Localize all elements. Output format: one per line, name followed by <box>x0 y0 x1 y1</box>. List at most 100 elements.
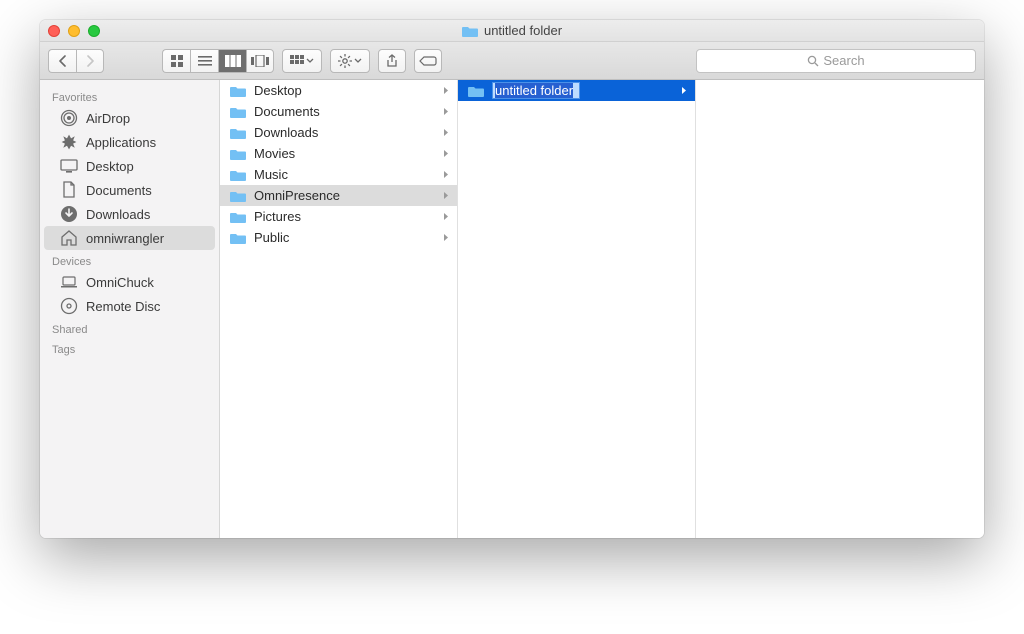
laptop-icon <box>60 273 78 291</box>
folder-icon <box>230 105 246 119</box>
chevron-right-icon <box>443 128 451 137</box>
sidebar-item-desktop[interactable]: Desktop <box>44 154 215 178</box>
home-icon <box>60 229 78 247</box>
share-icon <box>386 54 398 68</box>
sidebar-item-home[interactable]: omniwrangler <box>44 226 215 250</box>
column-2[interactable] <box>458 80 696 538</box>
folder-row[interactable]: Public <box>220 227 457 248</box>
downloads-icon <box>60 205 78 223</box>
toolbar: Search <box>40 42 984 80</box>
view-mode-buttons <box>162 49 274 73</box>
sidebar-item-computer[interactable]: OmniChuck <box>44 270 215 294</box>
sidebar-header-devices: Devices <box>40 250 219 270</box>
folder-row[interactable]: OmniPresence <box>220 185 457 206</box>
folder-icon <box>468 84 484 98</box>
folder-label: Movies <box>254 146 435 161</box>
folder-row[interactable]: Downloads <box>220 122 457 143</box>
folder-icon <box>230 126 246 140</box>
chevron-right-icon <box>681 86 689 95</box>
sidebar-item-label: omniwrangler <box>86 231 164 246</box>
list-view-button[interactable] <box>190 49 218 73</box>
titlebar: untitled folder <box>40 20 984 42</box>
nav-buttons <box>48 49 104 73</box>
folder-label: Downloads <box>254 125 435 140</box>
share-button[interactable] <box>378 49 406 73</box>
folder-row[interactable]: Documents <box>220 101 457 122</box>
disc-icon <box>60 297 78 315</box>
search-input[interactable]: Search <box>696 49 976 73</box>
desktop-icon <box>60 157 78 175</box>
chevron-right-icon <box>443 170 451 179</box>
chevron-down-icon <box>354 58 362 63</box>
window-title-text: untitled folder <box>484 23 562 38</box>
chevron-right-icon <box>443 233 451 242</box>
column-view-button[interactable] <box>218 49 246 73</box>
icon-view-button[interactable] <box>162 49 190 73</box>
tag-icon <box>419 55 437 67</box>
window-body: Favorites AirDrop Applications Desktop D… <box>40 80 984 538</box>
rename-input[interactable] <box>492 82 580 99</box>
close-window-button[interactable] <box>48 25 60 37</box>
airdrop-icon <box>60 109 78 127</box>
folder-icon <box>230 84 246 98</box>
arrange-button[interactable] <box>282 49 322 73</box>
column-1[interactable]: Desktop Documents Downloads Movies <box>220 80 458 538</box>
sidebar-item-label: Desktop <box>86 159 134 174</box>
sidebar-item-label: OmniChuck <box>86 275 154 290</box>
search-icon <box>807 55 819 67</box>
sidebar-item-label: Documents <box>86 183 152 198</box>
sidebar-item-label: Downloads <box>86 207 150 222</box>
action-button[interactable] <box>330 49 370 73</box>
window-title: untitled folder <box>462 23 562 38</box>
sidebar-item-label: Remote Disc <box>86 299 160 314</box>
sidebar-header-tags: Tags <box>40 338 219 358</box>
folder-icon <box>230 147 246 161</box>
folder-icon <box>230 210 246 224</box>
folder-row[interactable]: Music <box>220 164 457 185</box>
chevron-right-icon <box>443 149 451 158</box>
search-placeholder: Search <box>823 53 864 68</box>
folder-row[interactable]: Pictures <box>220 206 457 227</box>
sidebar-item-airdrop[interactable]: AirDrop <box>44 106 215 130</box>
folder-label: Pictures <box>254 209 435 224</box>
chevron-right-icon <box>443 212 451 221</box>
finder-window: untitled folder <box>40 20 984 538</box>
action-group <box>330 49 370 73</box>
columns-area: Desktop Documents Downloads Movies <box>220 80 984 538</box>
sidebar-item-documents[interactable]: Documents <box>44 178 215 202</box>
sidebar-item-applications[interactable]: Applications <box>44 130 215 154</box>
applications-icon <box>60 133 78 151</box>
folder-icon <box>230 189 246 203</box>
sidebar-header-shared: Shared <box>40 318 219 338</box>
sidebar: Favorites AirDrop Applications Desktop D… <box>40 80 220 538</box>
sidebar-header-favorites: Favorites <box>40 86 219 106</box>
folder-label: Public <box>254 230 435 245</box>
chevron-right-icon <box>443 107 451 116</box>
folder-row[interactable]: Desktop <box>220 80 457 101</box>
folder-row[interactable]: Movies <box>220 143 457 164</box>
sidebar-item-label: AirDrop <box>86 111 130 126</box>
chevron-right-icon <box>443 191 451 200</box>
forward-button[interactable] <box>76 49 104 73</box>
folder-row[interactable] <box>458 80 695 101</box>
chevron-down-icon <box>306 58 314 63</box>
back-button[interactable] <box>48 49 76 73</box>
documents-icon <box>60 181 78 199</box>
sidebar-item-downloads[interactable]: Downloads <box>44 202 215 226</box>
folder-icon <box>230 231 246 245</box>
folder-label: Documents <box>254 104 435 119</box>
minimize-window-button[interactable] <box>68 25 80 37</box>
zoom-window-button[interactable] <box>88 25 100 37</box>
coverflow-view-button[interactable] <box>246 49 274 73</box>
gear-icon <box>338 54 352 68</box>
arrange-group <box>282 49 322 73</box>
sidebar-item-remote-disc[interactable]: Remote Disc <box>44 294 215 318</box>
folder-label: Desktop <box>254 83 435 98</box>
sidebar-item-label: Applications <box>86 135 156 150</box>
folder-label: Music <box>254 167 435 182</box>
traffic-lights <box>48 25 100 37</box>
folder-label: OmniPresence <box>254 188 435 203</box>
tags-button[interactable] <box>414 49 442 73</box>
column-3[interactable] <box>696 80 984 538</box>
folder-icon <box>230 168 246 182</box>
